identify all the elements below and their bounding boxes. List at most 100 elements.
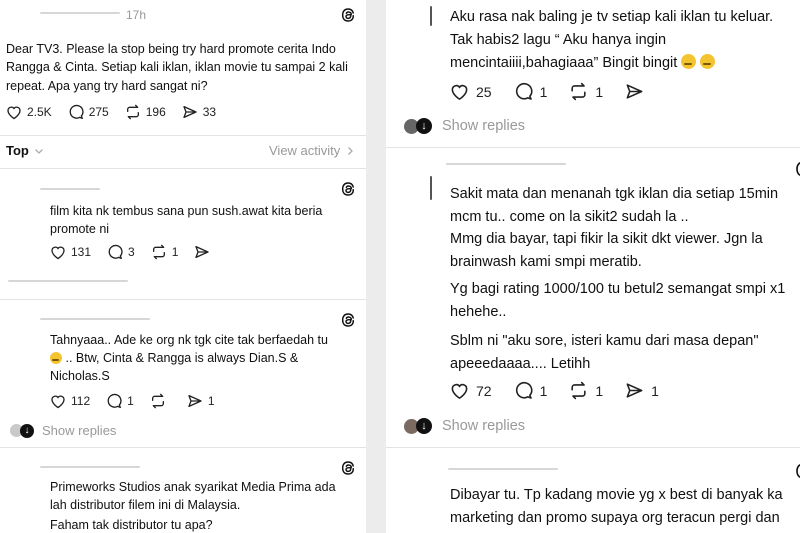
threads-logo-icon[interactable] — [340, 460, 356, 476]
comment-button[interactable]: 3 — [107, 244, 135, 260]
reply-text-line: Sblm ni "aku sore, isteri kamu dari masa… — [450, 333, 759, 349]
redacted-username — [448, 468, 558, 470]
view-activity-label: View activity — [269, 143, 341, 158]
divider — [0, 168, 366, 169]
reply-text-fragment: .. Btw, Cinta & Rangga is always Dian.S … — [65, 351, 299, 365]
show-replies-link[interactable]: ↓ Show replies — [10, 423, 116, 438]
expand-replies-icon: ↓ — [416, 418, 432, 434]
reply-text-line: Aku rasa nak baling je tv setiap kali ik… — [450, 9, 774, 25]
reply-text-line-with-emoji: mencintaiiii,bahagiaaa” Bingit bingit — [450, 52, 716, 75]
threads-logo-icon[interactable] — [794, 462, 800, 480]
like-button[interactable]: 2.5K — [6, 105, 52, 120]
sort-label: Top — [6, 143, 29, 158]
reply-text-line: Tak habis2 lagu “ Aku hanya ingin — [450, 32, 667, 48]
like-button[interactable]: 131 — [50, 245, 91, 260]
reply-actions: 72 1 1 1 — [450, 381, 681, 400]
repost-count: 1 — [595, 83, 604, 100]
comment-count: 1 — [539, 83, 548, 100]
view-activity-link[interactable]: View activity — [269, 143, 356, 158]
reply-actions: 131 3 1 — [50, 244, 231, 260]
like-count: 2.5K — [27, 105, 52, 119]
share-button[interactable]: 1 — [625, 381, 659, 400]
comment-icon — [69, 104, 84, 119]
share-icon — [626, 383, 643, 398]
repost-button[interactable]: 1 — [569, 381, 603, 400]
reply-text-line: apeeedaaaa.... Letihh — [450, 356, 591, 372]
comment-button[interactable]: 1 — [106, 393, 134, 409]
redacted-username — [40, 466, 140, 468]
repost-count: 1 — [595, 382, 604, 399]
repost-button[interactable]: 196 — [125, 104, 166, 120]
chevron-right-icon — [348, 146, 354, 155]
comment-count: 1 — [127, 394, 134, 408]
post-body-line: Dear TV3. Please la stop being try hard … — [6, 42, 336, 56]
like-button[interactable]: 112 — [50, 394, 90, 409]
sort-dropdown[interactable]: Top — [6, 143, 45, 158]
comment-button[interactable]: 1 — [514, 82, 548, 101]
comment-button[interactable]: 1 — [514, 381, 548, 400]
right-thread-panel: Aku rasa nak baling je tv setiap kali ik… — [386, 0, 800, 533]
repost-button[interactable]: 1 — [151, 244, 178, 260]
threads-logo-icon[interactable] — [340, 312, 356, 328]
thread-line — [430, 6, 432, 26]
like-count: 131 — [71, 245, 92, 259]
reply-actions: 112 1 1 — [50, 393, 231, 409]
comment-icon — [515, 82, 533, 100]
repost-button[interactable] — [150, 393, 171, 409]
expand-replies-icon: ↓ — [20, 423, 34, 438]
show-replies-label: Show replies — [442, 118, 526, 134]
comment-icon — [515, 381, 533, 399]
share-button[interactable]: 33 — [182, 104, 216, 120]
share-icon — [183, 106, 197, 118]
like-button[interactable]: 72 — [450, 382, 492, 400]
heart-icon — [451, 84, 468, 100]
threads-logo-icon[interactable] — [340, 181, 356, 197]
divider — [386, 447, 800, 448]
like-count: 112 — [71, 394, 91, 408]
share-count: 1 — [651, 382, 659, 399]
thread-line — [430, 176, 432, 200]
reply-text-line: Sakit mata dan menanah tgk iklan dia set… — [450, 186, 779, 202]
reply-text-line: mcm tu.. come on la sikit2 sudah la .. — [450, 209, 689, 225]
heart-icon — [51, 246, 65, 259]
comment-count: 1 — [539, 382, 548, 399]
redacted-username — [446, 163, 566, 165]
reply-actions: 25 1 1 — [450, 82, 673, 101]
repost-icon — [151, 393, 164, 409]
reply-text-line-with-emoji: .. Btw, Cinta & Rangga is always Dian.S … — [50, 349, 298, 367]
redacted-username — [40, 318, 150, 320]
divider — [0, 135, 366, 136]
reply-text-line: Nicholas.S — [50, 369, 110, 383]
reply-text-line: promote ni — [50, 222, 110, 236]
show-replies-link[interactable]: ↓ Show replies — [404, 418, 525, 434]
repost-count: 196 — [145, 105, 166, 119]
like-button[interactable]: 25 — [450, 83, 492, 101]
share-button[interactable] — [625, 82, 651, 101]
show-replies-link[interactable]: ↓ Show replies — [404, 118, 525, 134]
crying-laughing-emoji-icon — [50, 352, 62, 364]
like-count: 72 — [476, 382, 492, 399]
comment-button[interactable]: 275 — [68, 104, 109, 120]
redacted-username — [40, 12, 120, 14]
reply-text-line: Primeworks Studios anak syarikat Media P… — [50, 480, 336, 494]
crying-face-emoji-icon — [681, 54, 697, 69]
repost-button[interactable]: 1 — [569, 82, 603, 101]
share-count: 33 — [202, 105, 217, 119]
heart-icon — [7, 106, 21, 119]
heart-icon — [451, 383, 468, 399]
share-button[interactable] — [194, 244, 215, 260]
threads-logo-icon[interactable] — [340, 7, 356, 23]
repost-icon — [571, 381, 586, 400]
share-icon — [195, 246, 210, 258]
post-body-line: Rangga & Cinta. Setiap kali iklan, iklan… — [6, 60, 348, 74]
chevron-down-icon — [34, 148, 43, 154]
reply-text-line: Tahnyaaa.. Ade ke org nk tgk cite tak be… — [50, 333, 328, 347]
threads-logo-icon[interactable] — [794, 160, 800, 178]
like-count: 25 — [476, 83, 492, 100]
reply-text-line: Faham tak distributor tu apa? — [50, 518, 213, 532]
share-button[interactable]: 1 — [187, 393, 215, 409]
repost-icon — [126, 104, 139, 120]
divider — [0, 447, 366, 448]
reply-text-line: Yg bagi rating 1000/100 tu betul2 semang… — [450, 281, 786, 297]
post-actions: 2.5K 275 196 33 — [6, 104, 232, 120]
